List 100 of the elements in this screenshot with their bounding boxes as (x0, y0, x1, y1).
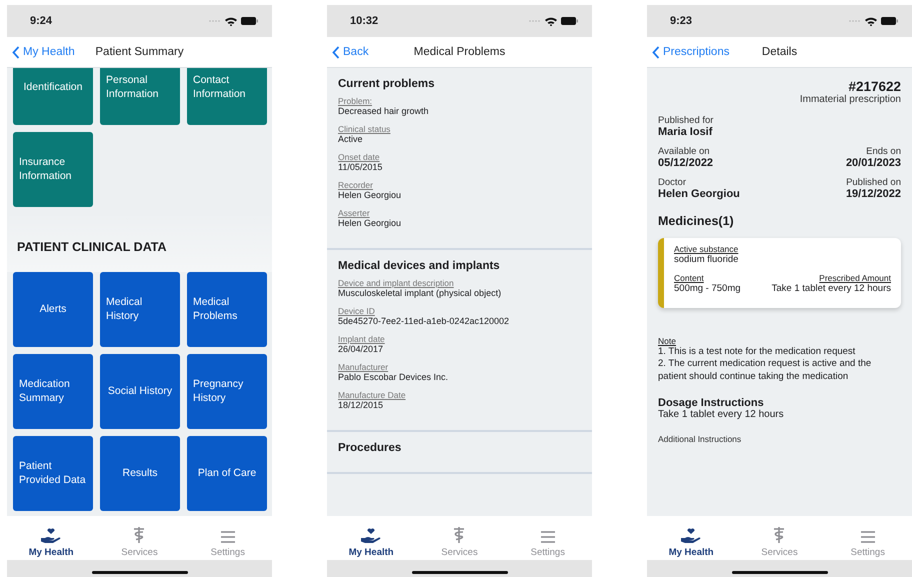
tab-bar-item[interactable]: Services (419, 516, 500, 560)
field-value: 11/05/2015 (338, 162, 384, 172)
menu-tile[interactable]: Social History (100, 354, 180, 429)
info-label: Ends on (866, 146, 901, 157)
info-value: Helen Georgiou (658, 188, 740, 200)
note-label: Note (658, 336, 677, 346)
field-label: Device and implant description (338, 278, 455, 288)
field-value: Helen Georgiou (338, 218, 402, 228)
info-label: Published for (658, 115, 714, 126)
section-heading: Current problems (338, 78, 436, 90)
battery-icon (241, 17, 258, 25)
back-button[interactable]: My Health (7, 44, 81, 60)
caduceus-icon (772, 526, 786, 544)
field-label: Additional Instructions (658, 434, 742, 444)
field-label: Device ID (338, 306, 376, 316)
back-button[interactable]: Prescriptions (647, 44, 736, 60)
menu-tile[interactable]: Contact Information (187, 68, 267, 125)
section-heading: Medical devices and implants (338, 260, 501, 272)
wifi-icon (865, 16, 877, 26)
screen-title: Patient Summary (95, 46, 184, 58)
caduceus-icon (452, 526, 466, 544)
field-label: Prescribed Amount (819, 273, 891, 283)
tab-bar-item[interactable]: My Health (11, 516, 92, 560)
field-label: Manufacturer (338, 362, 390, 372)
menu-tile[interactable]: Medical Problems (187, 272, 267, 347)
tab-bar-item[interactable]: Services (99, 516, 180, 560)
screen-title: Details (762, 46, 798, 58)
signal-icon (849, 19, 861, 23)
battery-icon (881, 17, 898, 25)
menu-tile[interactable]: Medication Summary (13, 354, 93, 429)
field-label: Active substance (674, 244, 740, 254)
menu-tile[interactable]: Insurance Information (13, 132, 93, 207)
info-value: Maria Iosif (658, 126, 714, 138)
field-label: Problem: (338, 96, 374, 106)
menu-icon (540, 530, 556, 544)
chevron-left-icon (652, 46, 660, 58)
wifi-icon (545, 16, 557, 26)
info-label: Available on (658, 146, 711, 157)
field-value: 18/12/2015 (338, 400, 384, 410)
field-value: Pablo Escobar Devices Inc. (338, 372, 450, 382)
info-value: 05/12/2022 (658, 157, 714, 169)
menu-tile[interactable]: Pregnancy History (187, 354, 267, 429)
tab-bar-item[interactable]: Settings (828, 516, 908, 560)
signal-icon (529, 19, 541, 23)
section-heading: Procedures (338, 442, 402, 454)
section-heading: Medicines(1) (658, 214, 735, 228)
menu-tile[interactable]: Plan of Care (187, 436, 267, 511)
status-time: 10:32 (350, 15, 378, 27)
chevron-left-icon (332, 46, 340, 58)
menu-tile[interactable]: Patient Provided Data (13, 436, 93, 511)
field-label: Clinical status (338, 124, 392, 134)
field-label: Recorder (338, 180, 374, 190)
field-label: Content (674, 273, 705, 283)
menu-tile[interactable]: Personal Information (100, 68, 180, 125)
menu-icon (220, 530, 236, 544)
chevron-left-icon (12, 46, 20, 58)
tab-bar-item[interactable]: Settings (188, 516, 268, 560)
info-label: Doctor (658, 177, 687, 188)
field-label: Asserter (338, 208, 371, 218)
menu-tile[interactable]: Medical History (100, 272, 180, 347)
status-time: 9:23 (670, 15, 692, 27)
field-value: Decreased hair growth (338, 106, 430, 116)
info-label: Published on (846, 177, 901, 188)
tab-bar-item[interactable]: My Health (331, 516, 412, 560)
field-label: Implant date (338, 334, 386, 344)
field-label: Manufacture Date (338, 390, 407, 400)
battery-icon (561, 17, 578, 25)
hand-heart-icon (40, 528, 62, 544)
field-value: 500mg - 750mg (674, 283, 741, 294)
info-value: 20/01/2023 (846, 157, 901, 169)
section-heading: Dosage Instructions (658, 397, 765, 410)
field-value: sodium fluoride (674, 254, 740, 265)
back-button[interactable]: Back (327, 44, 375, 60)
tab-bar-item[interactable]: My Health (651, 516, 732, 560)
hand-heart-icon (360, 528, 382, 544)
field-value: 26/04/2017 (338, 344, 384, 354)
prescription-number: #217622 (847, 79, 901, 94)
field-label: Onset date (338, 152, 381, 162)
signal-icon (209, 19, 221, 23)
tab-bar-item[interactable]: Settings (508, 516, 588, 560)
caduceus-icon (132, 526, 146, 544)
hand-heart-icon (680, 528, 702, 544)
dosage-text: Take 1 tablet every 12 hours (658, 409, 785, 420)
screen-title: Medical Problems (414, 46, 506, 58)
wifi-icon (225, 16, 237, 26)
note-text: 1. This is a test note for the medication request (658, 346, 856, 358)
menu-tile[interactable]: Alerts (13, 272, 93, 347)
menu-tile[interactable]: Identification (13, 68, 93, 125)
menu-tile[interactable]: Results (100, 436, 180, 511)
info-value: 19/12/2022 (846, 188, 901, 200)
prescription-type: Immaterial prescription (798, 94, 901, 105)
field-value: 5de45270-7ee2-11ed-a1eb-0242ac120002 (338, 316, 510, 326)
field-value: Take 1 tablet every 12 hours (772, 283, 891, 294)
field-value: Helen Georgiou (338, 190, 402, 200)
status-time: 9:24 (30, 15, 52, 27)
menu-icon (860, 530, 876, 544)
field-value: Musculoskeletal implant (physical object) (338, 288, 502, 298)
tab-bar-item[interactable]: Services (739, 516, 820, 560)
note-text: 2. The current medication request is active and the patient should continue taking the medication (658, 358, 872, 384)
field-value: Active (338, 134, 364, 144)
